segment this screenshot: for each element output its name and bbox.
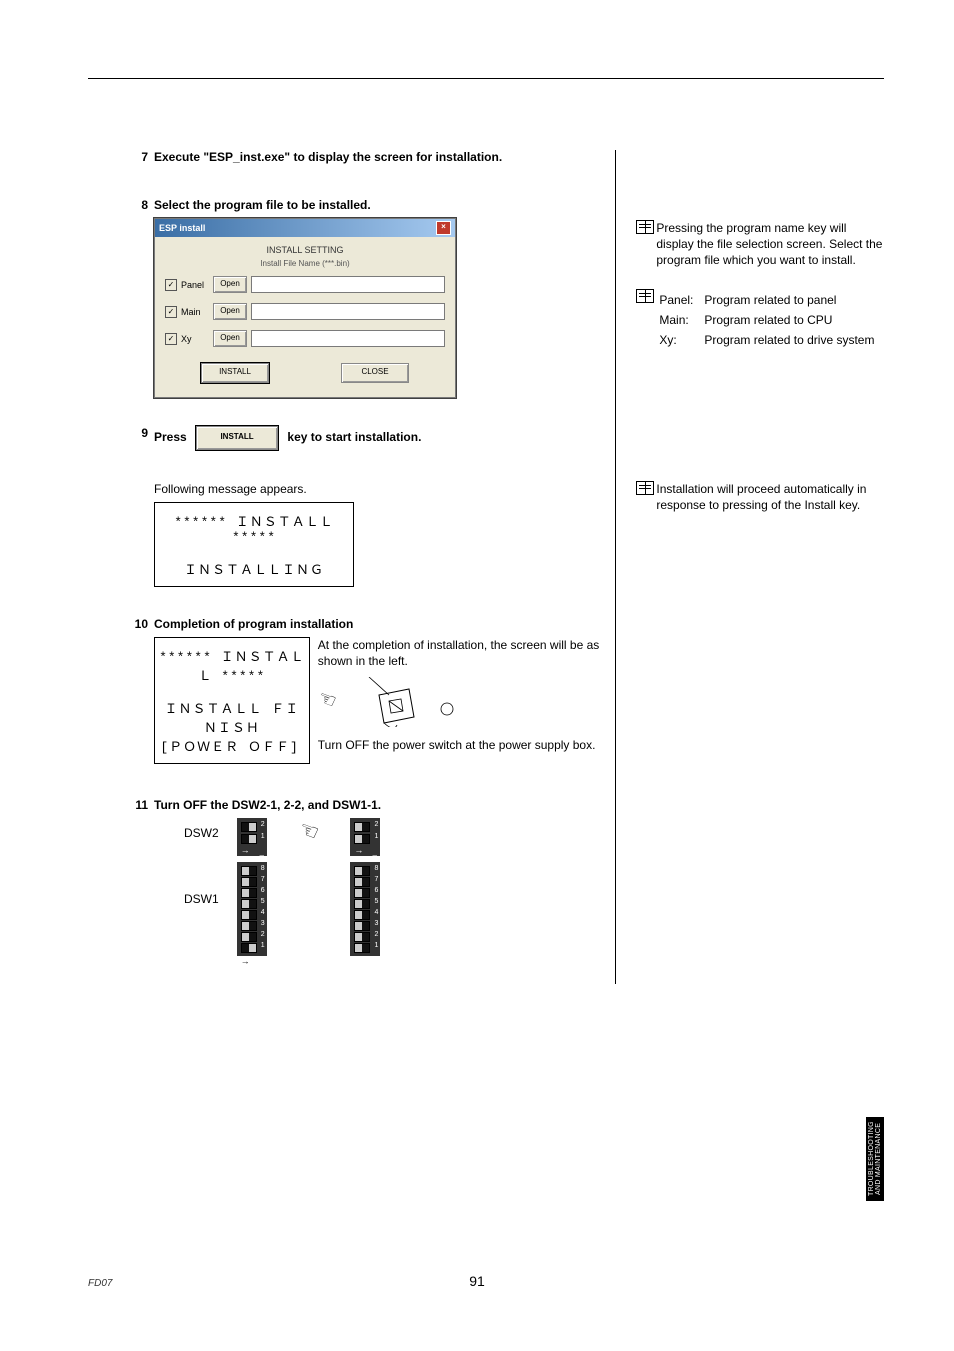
following-message-label: Following message appears. [154, 482, 605, 496]
dialog-title: ESP install [159, 223, 205, 233]
dialog-header: INSTALL SETTING [165, 245, 445, 255]
msg-line2: ＩＮＳＴＡＬＬＩＮＧ [159, 559, 349, 578]
hand-point-icon: ☞ [314, 684, 340, 716]
msg-line1: ****** ＩＮＳＴＡＬＬ ***** [159, 646, 305, 684]
note-3: Installation will proceed automatically … [636, 481, 884, 513]
def-key: Panel: [658, 291, 701, 309]
step-title: Execute "ESP_inst.exe" to display the sc… [154, 150, 605, 164]
top-rule [88, 78, 884, 79]
dsw2-label: DSW2 [184, 826, 219, 840]
note-text: Pressing the program name key will displ… [656, 220, 884, 269]
dsw1-label: DSW1 [184, 892, 219, 906]
def-val: Program related to CPU [703, 311, 875, 329]
dialog-subheader: Install File Name (***.bin) [165, 259, 445, 268]
dsw1-dip: 87 65 43 21 → [237, 862, 267, 956]
step-title: Completion of program installation [154, 617, 605, 631]
row-label: Main [181, 307, 209, 317]
note-2: Panel:Program related to panel Main:Prog… [636, 289, 884, 352]
checkbox-panel[interactable]: ✓ [165, 279, 177, 291]
note-1: Pressing the program name key will displ… [636, 220, 884, 269]
page-content: 7 Execute "ESP_inst.exe" to display the … [120, 150, 884, 984]
close-icon[interactable]: × [436, 221, 451, 235]
checkbox-xy[interactable]: ✓ [165, 333, 177, 345]
file-field-panel[interactable] [251, 276, 445, 293]
note-text: Installation will proceed automatically … [656, 481, 884, 513]
dip-before: 2 1 →ON 87 [237, 818, 267, 956]
dsw2-dip-after: 2 1 →ON [350, 818, 380, 856]
install-finish-box: ****** ＩＮＳＴＡＬＬ ***** ＩＮＳＴＡＬＬ ＦＩＮＩＳＨ [ＰＯＷ… [154, 637, 310, 764]
step-11: 11 Turn OFF the DSW2-1, 2-2, and DSW1-1.… [120, 798, 605, 956]
step-9: 9 Press INSTALL key to start installatio… [120, 426, 605, 587]
checkbox-main[interactable]: ✓ [165, 306, 177, 318]
row-label: Panel [181, 280, 209, 290]
step-number: 8 [120, 198, 154, 398]
main-column: 7 Execute "ESP_inst.exe" to display the … [120, 150, 615, 984]
def-key: Xy: [658, 331, 701, 349]
dialog-row-xy: ✓ Xy Open [165, 330, 445, 347]
completion-text: At the completion of installation, the s… [318, 637, 606, 669]
book-icon [636, 220, 654, 234]
step-title: Turn OFF the DSW2-1, 2-2, and DSW1-1. [154, 798, 605, 812]
step-title: Select the program file to be installed. [154, 198, 605, 212]
step-8: 8 Select the program file to be installe… [120, 198, 605, 398]
step-number: 9 [120, 426, 154, 587]
table-row: Main:Program related to CPU [658, 311, 875, 329]
table-row: Xy:Program related to drive system [658, 331, 875, 349]
turn-off-text: Turn OFF the power switch at the power s… [318, 737, 606, 753]
step-number: 7 [120, 150, 154, 170]
hand-point-icon: ☞ [295, 815, 322, 846]
file-field-main[interactable] [251, 303, 445, 320]
dsw1-dip-after: 87 65 43 21 [350, 862, 380, 956]
book-icon [636, 289, 654, 303]
open-button[interactable]: Open [213, 303, 247, 320]
step-number: 11 [120, 798, 154, 956]
press-label: Press [154, 430, 187, 444]
def-val: Program related to panel [703, 291, 875, 309]
install-button[interactable]: INSTALL [201, 363, 269, 383]
row-label: Xy [181, 334, 209, 344]
dsw2-dip: 2 1 →ON [237, 818, 267, 856]
program-definition-table: Panel:Program related to panel Main:Prog… [656, 289, 877, 352]
def-val: Program related to drive system [703, 331, 875, 349]
install-button-inline[interactable]: INSTALL [196, 426, 278, 450]
table-row: Panel:Program related to panel [658, 291, 875, 309]
install-message-box: ****** ＩＮＳＴＡＬＬ ***** ＩＮＳＴＡＬＬＩＮＧ [154, 502, 354, 587]
sidebar-notes: Pressing the program name key will displ… [615, 150, 884, 984]
page-number: 91 [0, 1273, 954, 1289]
msg-line3: [ＰＯＷＥＲ ＯＦＦ] [159, 736, 305, 755]
power-box-icon [339, 677, 459, 727]
close-button[interactable]: CLOSE [341, 363, 409, 383]
step-10: 10 Completion of program installation **… [120, 617, 605, 764]
section-tab: TROUBLESHOOTING AND MAINTENANCE [866, 1117, 884, 1201]
step-title: Press INSTALL key to start installation. [154, 426, 605, 450]
open-button[interactable]: Open [213, 276, 247, 293]
def-key: Main: [658, 311, 701, 329]
step-number: 10 [120, 617, 154, 764]
esp-install-dialog: ESP install × INSTALL SETTING Install Fi… [154, 218, 456, 398]
book-icon [636, 481, 654, 495]
after-label: key to start installation. [287, 430, 421, 444]
dialog-titlebar: ESP install × [155, 219, 455, 237]
dialog-row-main: ✓ Main Open [165, 303, 445, 320]
dialog-row-panel: ✓ Panel Open [165, 276, 445, 293]
step-7: 7 Execute "ESP_inst.exe" to display the … [120, 150, 605, 170]
msg-line1: ****** ＩＮＳＴＡＬＬ ***** [159, 511, 349, 545]
file-field-xy[interactable] [251, 330, 445, 347]
power-switch-diagram: ☞ [318, 677, 606, 727]
dip-switch-diagram: DSW2 DSW1 2 1 →ON [184, 818, 605, 956]
dip-after: 2 1 →ON 87 [350, 818, 380, 956]
msg-line2: ＩＮＳＴＡＬＬ ＦＩＮＩＳＨ [159, 698, 305, 736]
open-button[interactable]: Open [213, 330, 247, 347]
